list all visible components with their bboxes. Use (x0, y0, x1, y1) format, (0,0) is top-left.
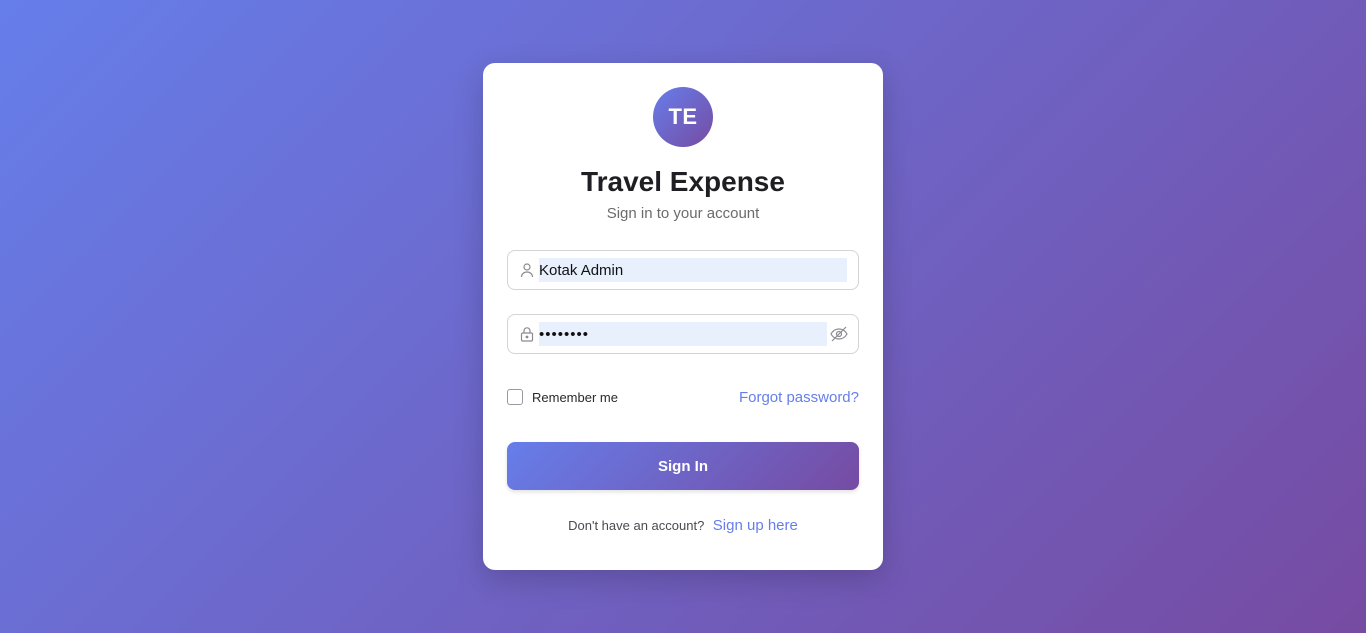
app-title: Travel Expense (581, 166, 785, 197)
username-input[interactable] (539, 258, 847, 282)
remember-me-checkbox[interactable] (507, 389, 523, 405)
sign-in-button[interactable]: Sign In (507, 442, 859, 490)
login-card: TE Travel Expense Sign in to your accoun… (483, 63, 883, 570)
remember-me-label: Remember me (532, 389, 618, 405)
eye-off-icon[interactable] (830, 326, 848, 342)
signup-prompt: Don't have an account? Sign up here (483, 517, 883, 535)
password-input[interactable] (539, 322, 827, 346)
signup-prompt-text: Don't have an account? (568, 518, 705, 533)
password-field (507, 314, 859, 354)
user-icon (520, 263, 534, 278)
remember-me-toggle[interactable]: Remember me (507, 389, 618, 405)
lock-icon (520, 327, 534, 342)
signin-subtitle: Sign in to your account (606, 205, 760, 222)
forgot-password-link[interactable]: Forgot password? (739, 389, 859, 406)
brand-logo: TE (653, 87, 713, 147)
sign-up-link[interactable]: Sign up here (713, 517, 798, 534)
username-field (507, 250, 859, 290)
